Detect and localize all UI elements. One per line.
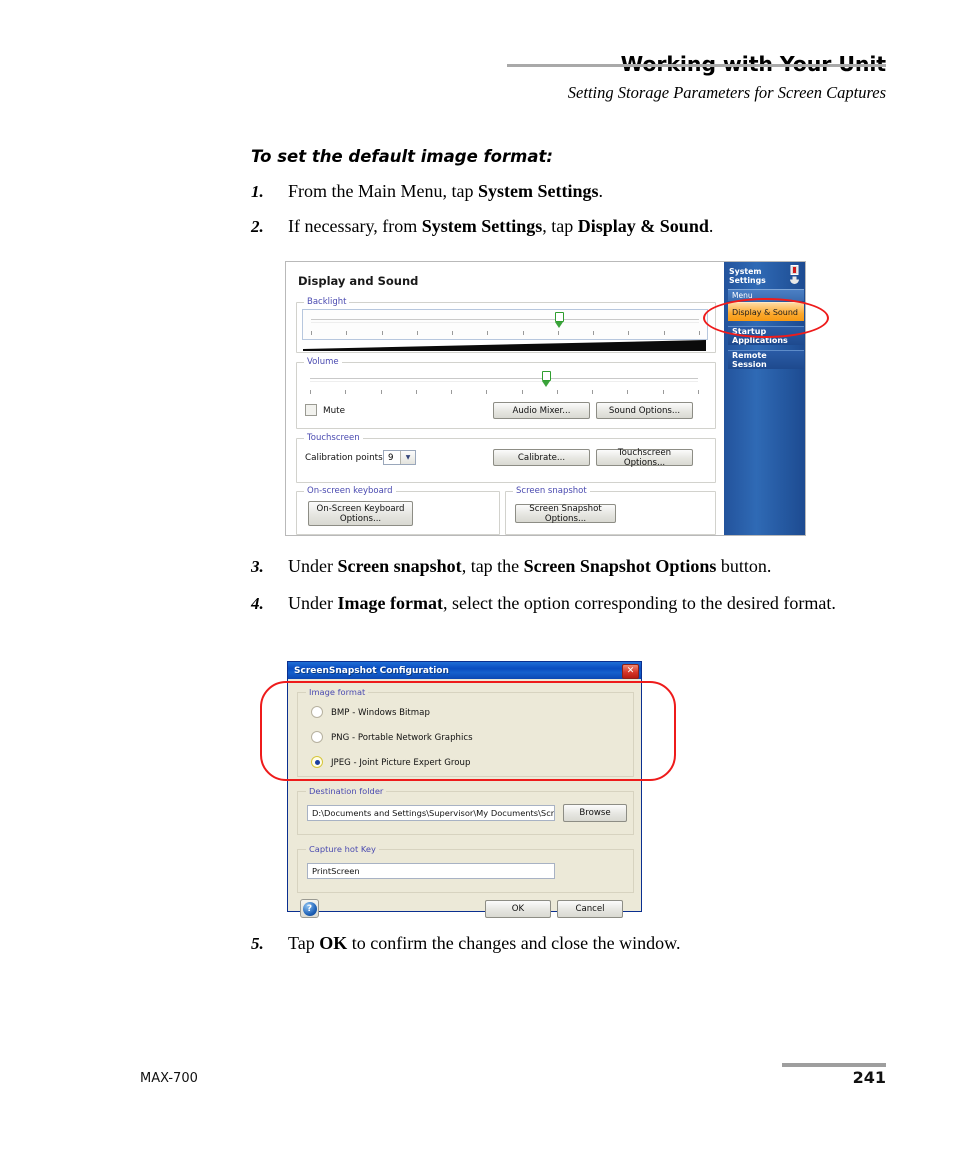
- mute-label: Mute: [323, 406, 346, 416]
- capture-hot-key-input[interactable]: PrintScreen: [307, 863, 555, 879]
- radio-jpeg[interactable]: [311, 756, 323, 768]
- volume-slider-track: [310, 378, 698, 382]
- figure-display-and-sound: Display and Sound Backlight Volume Mute …: [285, 261, 806, 536]
- sidebar-item-display-and-sound[interactable]: Display & Sound: [728, 302, 804, 321]
- calibration-points-label: Calibration points:: [305, 453, 386, 463]
- screen-snapshot-label: Screen snapshot: [513, 486, 590, 496]
- step-3-number: 3.: [251, 557, 264, 576]
- backlight-slider-track: [311, 319, 699, 323]
- step-5-number: 5.: [251, 934, 264, 953]
- calibrate-button[interactable]: Calibrate...: [493, 449, 590, 466]
- image-format-group: Image format BMP - Windows Bitmap PNG - …: [297, 687, 634, 777]
- touchscreen-group: Touchscreen Calibration points: 9 ▼ Cali…: [296, 433, 716, 483]
- cancel-button[interactable]: Cancel: [557, 900, 623, 918]
- image-format-label: Image format: [306, 687, 369, 697]
- step-2-text: If necessary, from System Settings, tap …: [288, 216, 714, 236]
- step-5: 5. Tap OK to confirm the changes and clo…: [251, 932, 811, 955]
- radio-png-label: PNG - Portable Network Graphics: [331, 733, 473, 743]
- close-icon[interactable]: ✕: [622, 663, 639, 679]
- sidebar-title: System Settings: [729, 267, 766, 285]
- backlight-group: Backlight: [296, 297, 716, 353]
- backlight-slider[interactable]: [302, 309, 708, 340]
- step-5-text: Tap OK to confirm the changes and close …: [288, 933, 681, 953]
- touchscreen-label: Touchscreen: [304, 433, 363, 443]
- footer-divider: [782, 1063, 886, 1067]
- step-2: 2. If necessary, from System Settings, t…: [251, 215, 871, 238]
- page-header: Working with Your Unit Setting Storage P…: [0, 52, 954, 103]
- destination-folder-input[interactable]: D:\Documents and Settings\Supervisor\My …: [307, 805, 555, 821]
- onscreen-keyboard-group: On-screen keyboard On-Screen Keyboard Op…: [296, 486, 500, 535]
- step-1-text: From the Main Menu, tap System Settings.: [288, 181, 603, 201]
- step-4-number: 4.: [251, 594, 264, 613]
- radio-bmp-label: BMP - Windows Bitmap: [331, 708, 430, 718]
- destination-folder-group: Destination folder D:\Documents and Sett…: [297, 786, 634, 835]
- calibration-points-select[interactable]: 9 ▼: [383, 450, 416, 465]
- dialog-titlebar: ScreenSnapshot Configuration ✕: [288, 662, 641, 679]
- system-settings-sidebar: System Settings Menu Display & Sound Sta…: [724, 262, 805, 535]
- ok-button[interactable]: OK: [485, 900, 551, 918]
- screen-snapshot-group: Screen snapshot Screen Snapshot Options.…: [505, 486, 716, 535]
- capture-hot-key-label: Capture hot Key: [306, 844, 379, 854]
- step-3: 3. Under Screen snapshot, tap the Screen…: [251, 555, 891, 578]
- step-3-text: Under Screen snapshot, tap the Screen Sn…: [288, 556, 772, 576]
- step-4: 4. Under Image format, select the option…: [251, 592, 876, 615]
- battery-and-plug-icon: [790, 265, 799, 284]
- step-2-number: 2.: [251, 217, 264, 236]
- destination-folder-label: Destination folder: [306, 786, 387, 796]
- page-subtitle: Setting Storage Parameters for Screen Ca…: [567, 83, 886, 102]
- volume-slider-thumb[interactable]: [542, 371, 552, 388]
- browse-button[interactable]: Browse: [563, 804, 627, 822]
- capture-hot-key-group: Capture hot Key PrintScreen: [297, 844, 634, 893]
- sidebar-item-startup-applications[interactable]: Startup Applications: [728, 326, 804, 345]
- volume-group: Volume Mute Audio Mixer... Sound Options…: [296, 357, 716, 429]
- volume-slider-ticks: [310, 390, 699, 395]
- radio-jpeg-label: JPEG - Joint Picture Expert Group: [331, 758, 471, 768]
- footer-page-number: 241: [852, 1068, 886, 1087]
- screen-snapshot-options-button[interactable]: Screen Snapshot Options...: [515, 504, 616, 524]
- header-divider: [507, 64, 886, 67]
- radio-png[interactable]: [311, 731, 323, 743]
- backlight-gradient-bar: [303, 340, 706, 352]
- backlight-slider-ticks: [311, 331, 700, 336]
- touchscreen-options-button[interactable]: Touchscreen Options...: [596, 448, 693, 468]
- chevron-down-icon[interactable]: ▼: [400, 451, 415, 464]
- figure-screensnapshot-configuration: ScreenSnapshot Configuration ✕ Image for…: [287, 661, 642, 918]
- question-mark-icon: ?: [302, 901, 317, 916]
- step-1-number: 1.: [251, 182, 264, 201]
- backlight-label: Backlight: [304, 297, 350, 307]
- onscreen-keyboard-options-button[interactable]: On-Screen Keyboard Options...: [308, 501, 413, 526]
- step-4-text: Under Image format, select the option co…: [288, 593, 836, 613]
- sound-options-button[interactable]: Sound Options...: [596, 402, 693, 419]
- mute-checkbox[interactable]: [305, 404, 317, 416]
- help-button[interactable]: ?: [300, 899, 319, 918]
- onscreen-keyboard-label: On-screen keyboard: [304, 486, 396, 496]
- step-1: 1. From the Main Menu, tap System Settin…: [251, 180, 851, 203]
- calibration-points-value: 9: [388, 452, 394, 463]
- dialog-title: ScreenSnapshot Configuration: [294, 665, 449, 676]
- sidebar-item-remote-session[interactable]: Remote Session: [728, 350, 804, 369]
- volume-slider[interactable]: [302, 369, 706, 397]
- panel-title: Display and Sound: [298, 274, 419, 288]
- backlight-slider-thumb[interactable]: [555, 312, 565, 329]
- sidebar-title-line2: Settings: [729, 276, 766, 285]
- audio-mixer-button[interactable]: Audio Mixer...: [493, 402, 590, 419]
- sidebar-menu-header: Menu: [728, 289, 804, 301]
- dialog-body: Image format BMP - Windows Bitmap PNG - …: [288, 679, 641, 918]
- footer-product: MAX-700: [140, 1071, 198, 1086]
- radio-bmp[interactable]: [311, 706, 323, 718]
- sidebar-title-line1: System: [729, 267, 762, 276]
- section-title: To set the default image format:: [251, 147, 553, 166]
- volume-label: Volume: [304, 357, 342, 367]
- display-sound-panel: Display and Sound Backlight Volume Mute …: [286, 262, 724, 535]
